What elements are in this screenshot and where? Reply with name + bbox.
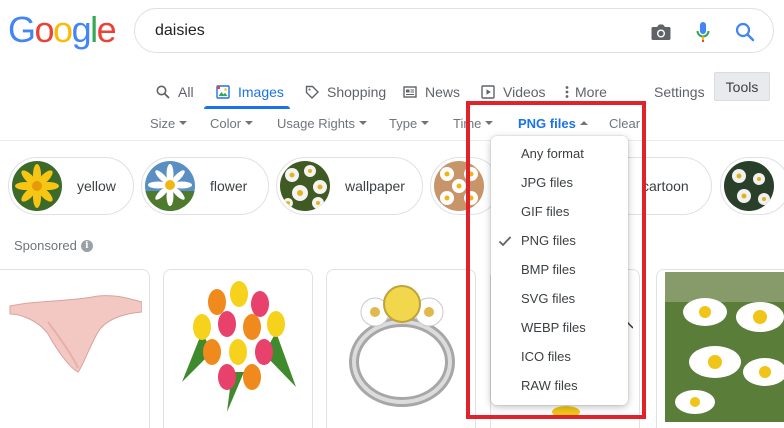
tab-label: News [425, 84, 461, 100]
filter-label: Usage Rights [277, 115, 356, 131]
menu-item-jpg[interactable]: JPG files [491, 168, 628, 197]
chip-label: flower [210, 178, 248, 194]
related-chip[interactable] [720, 157, 784, 215]
filter-label: Color [210, 115, 242, 131]
chip-thumbnail [434, 161, 484, 211]
filter-label: Type [389, 115, 418, 131]
product-image [335, 272, 469, 428]
filter-label: Clear [609, 115, 641, 131]
info-icon[interactable]: i [80, 239, 93, 252]
product-image [172, 272, 306, 428]
caret-down-icon [485, 121, 494, 125]
tab-label: All [178, 84, 194, 100]
tab-label: Shopping [327, 84, 387, 100]
file-type-dropdown: Any format JPG files GIF files PNG files… [491, 136, 628, 405]
search-box [134, 8, 774, 53]
play-icon [480, 84, 496, 100]
caret-down-icon [359, 121, 368, 125]
menu-item-label: Any format [521, 146, 584, 161]
chip-label: cartoon [642, 178, 689, 194]
tab-shopping[interactable]: Shopping [304, 78, 386, 106]
tools-button[interactable]: Tools [714, 72, 770, 101]
product-card[interactable] [656, 269, 784, 428]
search-icon [155, 84, 171, 100]
caret-up-icon [579, 121, 588, 125]
chip-label: wallpaper [345, 178, 405, 194]
filter-file-type[interactable]: PNG files [518, 113, 588, 133]
menu-item-webp[interactable]: WEBP files [491, 313, 628, 342]
product-image [8, 272, 143, 428]
checkmark-icon [497, 226, 513, 255]
filter-type[interactable]: Type [389, 113, 430, 133]
filter-color[interactable]: Color [210, 113, 254, 133]
tab-news[interactable]: News [402, 78, 460, 106]
sponsored-label: Sponsored i [14, 238, 93, 253]
logo-letter: G [8, 9, 36, 50]
tag-icon [304, 84, 320, 100]
vertical-dots-icon [563, 84, 571, 100]
menu-item-bmp[interactable]: BMP files [491, 255, 628, 284]
caret-down-icon [421, 121, 430, 125]
product-image [665, 272, 784, 428]
header-divider [0, 140, 784, 141]
sponsored-text: Sponsored [14, 238, 77, 253]
tab-all[interactable]: All [155, 78, 194, 106]
chip-label: yellow [77, 178, 116, 194]
menu-item-label: RAW files [521, 378, 578, 393]
product-card[interactable] [163, 269, 313, 428]
tab-label: More [575, 84, 607, 100]
related-chip-yellow[interactable]: yellow [8, 157, 134, 215]
menu-item-svg[interactable]: SVG files [491, 284, 628, 313]
menu-item-label: ICO files [521, 349, 571, 364]
newspaper-icon [402, 84, 418, 100]
settings-link[interactable]: Settings [654, 78, 705, 106]
caret-down-icon [179, 121, 188, 125]
filter-size[interactable]: Size [150, 113, 188, 133]
logo-letter: e [96, 9, 117, 50]
menu-item-gif[interactable]: GIF files [491, 197, 628, 226]
chip-thumbnail [145, 161, 195, 211]
menu-item-label: WEBP files [521, 320, 586, 335]
google-logo[interactable]: Google [8, 9, 117, 50]
filter-clear[interactable]: Clear [609, 113, 640, 133]
logo-letter: o [53, 9, 73, 50]
chip-thumbnail [12, 161, 62, 211]
tab-videos[interactable]: Videos [480, 78, 546, 106]
menu-item-label: SVG files [521, 291, 576, 306]
tab-images[interactable]: Images [215, 78, 284, 106]
menu-item-label: BMP files [521, 262, 576, 277]
active-tab-indicator [204, 106, 290, 109]
search-input[interactable] [155, 17, 635, 45]
menu-item-raw[interactable]: RAW files [491, 371, 628, 400]
product-card[interactable] [326, 269, 476, 428]
filter-usage-rights[interactable]: Usage Rights [277, 113, 368, 133]
chip-thumbnail [724, 161, 774, 211]
product-card[interactable] [0, 269, 150, 428]
logo-letter: o [34, 9, 55, 50]
camera-icon[interactable] [649, 20, 673, 44]
tab-label: Images [238, 84, 284, 100]
filter-label: PNG files [518, 115, 576, 131]
filter-label: Size [150, 115, 176, 131]
menu-item-label: PNG files [521, 233, 576, 248]
menu-item-label: JPG files [521, 175, 574, 190]
menu-item-label: GIF files [521, 204, 570, 219]
image-icon [215, 84, 231, 100]
logo-letter: g [71, 9, 92, 50]
caret-down-icon [245, 121, 254, 125]
related-chip[interactable] [430, 157, 500, 215]
filter-time[interactable]: Time [453, 113, 494, 133]
related-chip-wallpaper[interactable]: wallpaper [276, 157, 423, 215]
menu-item-any-format[interactable]: Any format [491, 139, 628, 168]
microphone-icon[interactable] [691, 20, 715, 44]
related-chip-flower[interactable]: flower [141, 157, 269, 215]
tab-more[interactable]: More [563, 78, 607, 106]
chip-thumbnail [280, 161, 330, 211]
menu-item-png[interactable]: PNG files [491, 226, 628, 255]
search-icon[interactable] [733, 20, 757, 44]
filter-label: Time [453, 115, 482, 131]
menu-item-ico[interactable]: ICO files [491, 342, 628, 371]
tab-label: Videos [503, 84, 546, 100]
